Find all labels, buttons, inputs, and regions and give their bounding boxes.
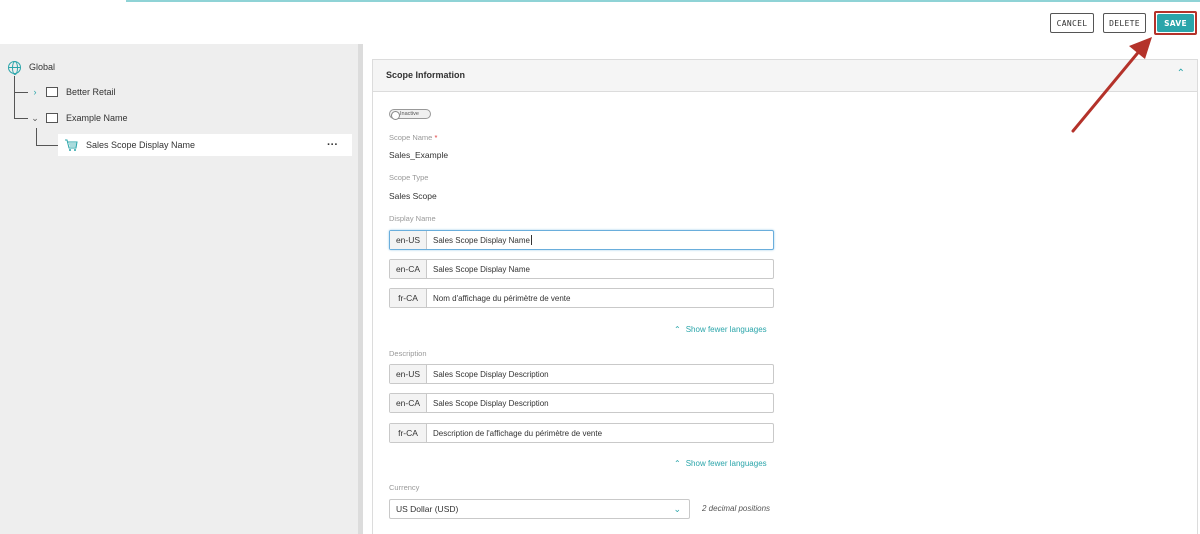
- link-label: Show fewer languages: [685, 325, 767, 334]
- tree-connector: [36, 145, 58, 146]
- display-name-fr-ca-input[interactable]: [427, 289, 773, 307]
- tree-node-sales-scope-selected[interactable]: Sales Scope Display Name ···: [58, 134, 352, 156]
- tree-node-global[interactable]: Global: [8, 57, 55, 77]
- display-name-en-ca-row: en-CA: [389, 259, 774, 279]
- scope-name-label-text: Scope Name: [389, 133, 433, 142]
- chevron-right-icon[interactable]: ›: [30, 87, 40, 97]
- chevron-up-icon: ⌃: [674, 459, 681, 468]
- description-fr-ca-row: fr-CA: [389, 423, 774, 443]
- description-fr-ca-input[interactable]: [427, 424, 773, 442]
- description-en-us-input[interactable]: [427, 365, 773, 383]
- scope-name-value: Sales_Example: [389, 150, 449, 160]
- tree-connector: [14, 76, 15, 119]
- language-code: en-US: [390, 231, 427, 249]
- card-title: Scope Information: [386, 70, 466, 80]
- text-cursor: [530, 235, 532, 245]
- tree-node-label: Sales Scope Display Name: [86, 140, 196, 150]
- save-button[interactable]: SAVE: [1157, 14, 1194, 32]
- tree-connector: [14, 118, 28, 119]
- description-label: Description: [389, 349, 427, 358]
- scope-name-label: Scope Name *: [389, 133, 437, 142]
- scope-type-label: Scope Type: [389, 173, 429, 182]
- chevron-up-icon[interactable]: ⌃: [1177, 68, 1185, 79]
- tree-node-label: Better Retail: [66, 87, 116, 97]
- more-options-icon[interactable]: ···: [327, 139, 338, 151]
- tree-node-label: Example Name: [66, 113, 128, 123]
- chevron-down-icon[interactable]: ⌄: [30, 113, 40, 124]
- description-en-ca-row: en-CA: [389, 393, 774, 413]
- select-value: US Dollar (USD): [396, 504, 459, 514]
- card-header[interactable]: Scope Information ⌃: [373, 60, 1197, 92]
- folder-icon: [46, 87, 58, 97]
- app-root: CANCEL DELETE SAVE Global › Better Retai…: [0, 0, 1200, 534]
- display-name-en-us-input[interactable]: Sales Scope Display Name: [427, 231, 773, 249]
- currency-label: Currency: [389, 483, 420, 492]
- display-name-fr-ca-row: fr-CA: [389, 288, 774, 308]
- display-name-label: Display Name: [389, 214, 436, 223]
- currency-select[interactable]: US Dollar (USD) ⌄: [389, 499, 690, 519]
- language-code: fr-CA: [390, 424, 427, 442]
- link-label: Show fewer languages: [685, 459, 767, 468]
- top-accent-line: [126, 0, 1200, 2]
- tree-node-example-name[interactable]: ⌄ Example Name: [30, 108, 128, 128]
- description-en-us-row: en-US: [389, 364, 774, 384]
- chevron-down-icon: ⌄: [673, 504, 681, 514]
- cancel-button[interactable]: CANCEL: [1050, 13, 1094, 33]
- decimal-positions-note: 2 decimal positions: [702, 504, 771, 513]
- language-code: en-US: [390, 365, 427, 383]
- show-fewer-languages-link[interactable]: ⌃ Show fewer languages: [674, 459, 767, 468]
- top-toolbar: [0, 0, 1200, 44]
- display-name-en-ca-input[interactable]: [427, 260, 773, 278]
- display-name-en-us-row: en-US Sales Scope Display Name: [389, 230, 774, 250]
- tree-node-label: Global: [29, 62, 56, 72]
- show-fewer-languages-link[interactable]: ⌃ Show fewer languages: [674, 325, 767, 334]
- description-en-ca-input[interactable]: [427, 394, 773, 412]
- chevron-up-icon: ⌃: [674, 325, 681, 334]
- active-status-toggle[interactable]: Inactive: [389, 109, 431, 120]
- tree-connector: [14, 92, 28, 93]
- required-marker: *: [434, 133, 438, 142]
- language-code: en-CA: [390, 260, 427, 278]
- panel-splitter[interactable]: [358, 44, 363, 534]
- shopping-cart-icon: [65, 139, 78, 151]
- input-value: Sales Scope Display Name: [433, 235, 530, 245]
- tree-node-better-retail[interactable]: › Better Retail: [30, 82, 116, 102]
- globe-icon: [8, 60, 21, 75]
- language-code: en-CA: [390, 394, 427, 412]
- folder-icon: [46, 113, 58, 123]
- tree-connector: [36, 128, 37, 145]
- language-code: fr-CA: [390, 289, 427, 307]
- scope-type-value: Sales Scope: [389, 191, 437, 201]
- delete-button[interactable]: DELETE: [1103, 13, 1146, 33]
